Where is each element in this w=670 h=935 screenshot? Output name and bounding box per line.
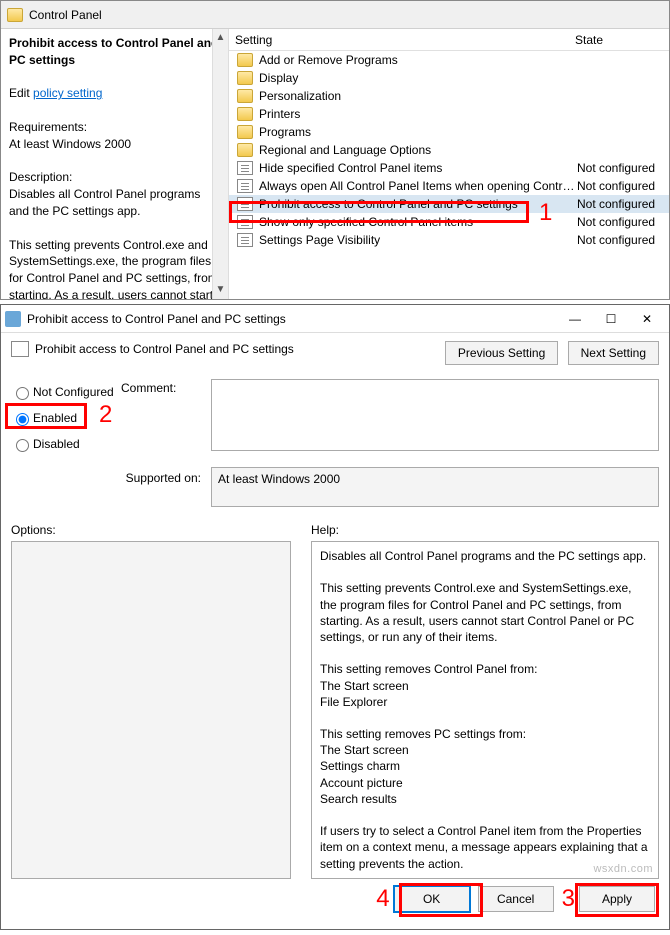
dialog-nav: Previous Setting Next Setting [439, 341, 659, 365]
setting-icon [237, 197, 253, 211]
comment-textarea[interactable] [211, 379, 659, 451]
list-item[interactable]: Programs [229, 123, 669, 141]
folder-icon [237, 107, 253, 121]
apply-button[interactable]: Apply [579, 886, 655, 912]
gpe-header-title: Control Panel [29, 8, 102, 22]
comment-label: Comment: [121, 379, 211, 457]
row-label: Prohibit access to Control Panel and PC … [257, 197, 577, 211]
maximize-button[interactable]: ☐ [593, 307, 629, 331]
gpe-list: Add or Remove Programs Display Personaliza… [229, 51, 669, 249]
list-item[interactable]: Hide specified Control Panel itemsNot co… [229, 159, 669, 177]
supported-on-label: Supported on: [11, 467, 211, 507]
list-item[interactable]: Add or Remove Programs [229, 51, 669, 69]
gpe-selected-title: Prohibit access to Control Panel and PC … [9, 35, 220, 69]
help-box: Disables all Control Panel programs and … [311, 541, 659, 879]
setting-icon [237, 215, 253, 229]
list-item[interactable]: Display [229, 69, 669, 87]
list-item[interactable]: Printers [229, 105, 669, 123]
gpe-details-panel: Prohibit access to Control Panel and PC … [1, 29, 229, 299]
next-setting-button[interactable]: Next Setting [568, 341, 659, 365]
row-state: Not configured [577, 179, 669, 193]
close-button[interactable]: ✕ [629, 307, 665, 331]
list-item[interactable]: Settings Page VisibilityNot configured [229, 231, 669, 249]
dialog-titlebar: Prohibit access to Control Panel and PC … [1, 305, 669, 333]
dialog-subtitle-row: Prohibit access to Control Panel and PC … [11, 341, 439, 357]
help-pane: Help: Disables all Control Panel program… [311, 523, 659, 879]
list-item[interactable]: Always open All Control Panel Items when… [229, 177, 669, 195]
list-item[interactable]: Prohibit access to Control Panel and PC … [229, 195, 669, 213]
folder-icon [237, 89, 253, 103]
row-label: Hide specified Control Panel items [257, 161, 577, 175]
setting-icon [11, 341, 29, 357]
row-state: Not configured [577, 197, 669, 211]
description-text-2: This setting prevents Control.exe and Sy… [9, 237, 220, 299]
setting-icon [237, 179, 253, 193]
row-label: Always open All Control Panel Items when… [257, 179, 577, 193]
row-label: Settings Page Visibility [257, 233, 577, 247]
radio-disabled[interactable]: Disabled [11, 431, 121, 457]
description-text-1: Disables all Control Panel programs and … [9, 186, 220, 220]
left-scrollbar[interactable]: ▲ ▼ [212, 29, 228, 299]
edit-policy-link[interactable]: policy setting [33, 86, 102, 100]
row-state: Not configured [577, 215, 669, 229]
help-label: Help: [311, 523, 659, 537]
dialog-icon [5, 311, 21, 327]
dialog-subtitle: Prohibit access to Control Panel and PC … [35, 342, 294, 356]
gpe-list-panel: Setting State Add or Remove Programs Disp… [229, 29, 669, 299]
folder-icon [237, 71, 253, 85]
folder-icon [237, 143, 253, 157]
row-label: Personalization [257, 89, 577, 103]
row-label: Regional and Language Options [257, 143, 577, 157]
col-setting[interactable]: Setting [229, 33, 569, 47]
scroll-down-icon[interactable]: ▼ [216, 281, 226, 299]
options-label: Options: [11, 523, 291, 537]
annotation-number-3: 3 [562, 885, 575, 913]
setting-icon [237, 161, 253, 175]
supported-on-value: At least Windows 2000 [211, 467, 659, 507]
radio-disabled-input[interactable] [16, 439, 29, 452]
row-label: Display [257, 71, 577, 85]
list-item[interactable]: Show only specified Control Panel itemsN… [229, 213, 669, 231]
row-label: Programs [257, 125, 577, 139]
radio-not-configured-input[interactable] [16, 387, 29, 400]
radio-enabled-input[interactable] [16, 413, 29, 426]
previous-setting-button[interactable]: Previous Setting [445, 341, 558, 365]
edit-label: Edit [9, 86, 33, 100]
gpe-column-headers: Setting State [229, 29, 669, 51]
row-label: Show only specified Control Panel items [257, 215, 577, 229]
row-state: Not configured [577, 161, 669, 175]
annotation-number-2: 2 [99, 401, 112, 429]
policy-dialog: Prohibit access to Control Panel and PC … [0, 304, 670, 930]
col-state[interactable]: State [569, 33, 669, 47]
requirements-label: Requirements: [9, 119, 220, 136]
requirements-value: At least Windows 2000 [9, 136, 220, 153]
list-item[interactable]: Personalization [229, 87, 669, 105]
ok-button[interactable]: OK [394, 886, 470, 912]
scroll-up-icon[interactable]: ▲ [216, 29, 226, 47]
row-state: Not configured [577, 233, 669, 247]
options-box [11, 541, 291, 879]
config-radio-group: Not Configured Enabled Disabled 2 [11, 379, 121, 457]
list-item[interactable]: Regional and Language Options [229, 141, 669, 159]
folder-icon [7, 8, 23, 22]
dialog-title: Prohibit access to Control Panel and PC … [27, 312, 286, 326]
options-pane: Options: [11, 523, 291, 879]
group-policy-pane: Control Panel Prohibit access to Control… [0, 0, 670, 300]
annotation-number-1: 1 [539, 199, 552, 227]
row-label: Printers [257, 107, 577, 121]
folder-icon [237, 53, 253, 67]
annotation-number-4: 4 [376, 885, 389, 913]
cancel-button[interactable]: Cancel [478, 886, 554, 912]
folder-icon [237, 125, 253, 139]
gpe-header: Control Panel [1, 1, 669, 29]
dialog-footer: wsxdn.com 4 OK Cancel 3 Apply [11, 879, 659, 919]
minimize-button[interactable]: — [557, 307, 593, 331]
description-label: Description: [9, 169, 220, 186]
row-label: Add or Remove Programs [257, 53, 577, 67]
setting-icon [237, 233, 253, 247]
watermark: wsxdn.com [593, 863, 653, 875]
